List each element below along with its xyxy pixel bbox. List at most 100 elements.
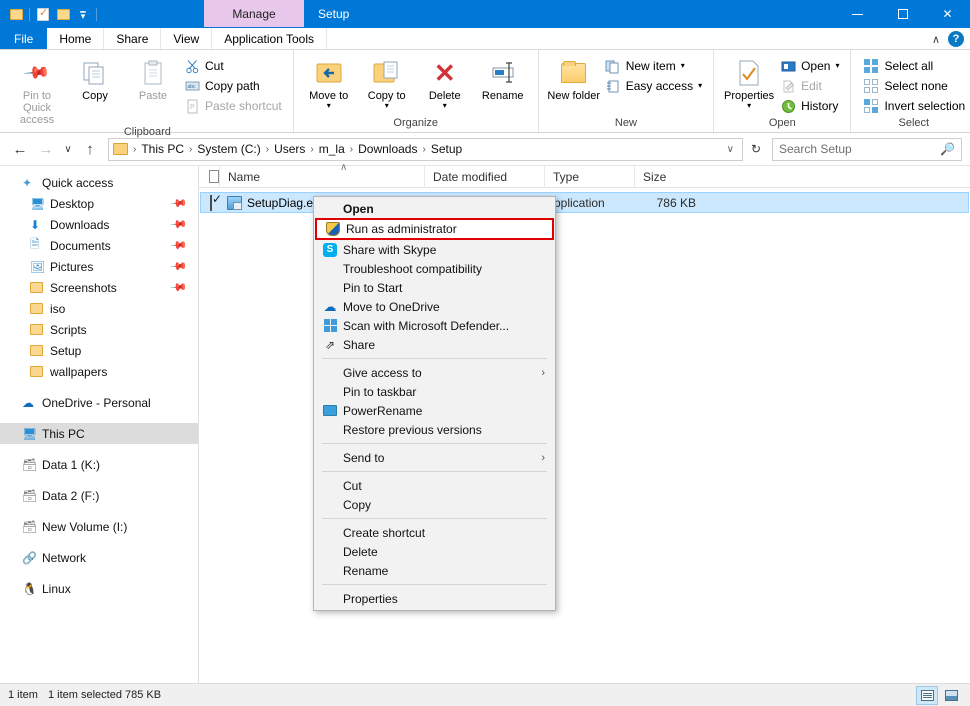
search-input[interactable]: Search Setup: [779, 142, 940, 156]
context-menu-item-create-shortcut[interactable]: Create shortcut: [314, 523, 555, 542]
breadcrumb-item-m-la[interactable]: m_la: [316, 142, 348, 156]
qat-folder-icon[interactable]: [7, 4, 25, 24]
sidebar-item-data-2-f[interactable]: 🗃 Data 2 (F:): [0, 485, 198, 506]
sidebar-item-linux[interactable]: 🐧 Linux: [0, 578, 198, 599]
qat-properties-icon[interactable]: [34, 4, 52, 24]
back-button[interactable]: ←: [8, 137, 32, 161]
copy-to-button[interactable]: Copy to ▾: [358, 54, 416, 110]
sidebar-item-wallpapers[interactable]: wallpapers: [0, 361, 198, 382]
properties-button[interactable]: Properties ▾: [720, 54, 778, 110]
new-folder-button[interactable]: New folder: [545, 54, 603, 102]
details-view-button[interactable]: [916, 686, 938, 705]
delete-button[interactable]: ✕ Delete ▾: [416, 54, 474, 110]
column-header-checkbox[interactable]: [199, 166, 219, 188]
column-header-date-modified[interactable]: Date modified: [424, 166, 544, 188]
sidebar-item-screenshots[interactable]: Screenshots 📌: [0, 277, 198, 298]
paste-button[interactable]: Paste: [124, 54, 182, 102]
select-all-button[interactable]: Select all: [861, 56, 970, 76]
pin-icon[interactable]: 📌: [170, 278, 189, 297]
move-to-button[interactable]: Move to ▾: [300, 54, 358, 110]
minimize-button[interactable]: [835, 0, 880, 28]
breadcrumb-item-system-c[interactable]: System (C:): [194, 142, 263, 156]
sidebar-item-documents[interactable]: 🗎 Documents 📌: [0, 235, 198, 256]
forward-button[interactable]: →: [34, 137, 58, 161]
close-button[interactable]: ✕: [925, 0, 970, 28]
easy-access-button[interactable]: Easy access ▾: [603, 76, 707, 96]
column-header-size[interactable]: Size: [634, 166, 694, 188]
invert-selection-button[interactable]: Invert selection: [861, 96, 970, 116]
sidebar-item-scripts[interactable]: Scripts: [0, 319, 198, 340]
row-checkbox[interactable]: [210, 195, 212, 211]
copy-path-button[interactable]: abc Copy path: [182, 76, 287, 96]
sidebar-item-pictures[interactable]: 🖼 Pictures 📌: [0, 256, 198, 277]
cut-button[interactable]: Cut: [182, 56, 287, 76]
new-item-button[interactable]: New item ▾: [603, 56, 707, 76]
history-button[interactable]: History: [778, 96, 844, 116]
rename-button[interactable]: Rename: [474, 54, 532, 102]
pin-icon[interactable]: 📌: [170, 194, 189, 213]
breadcrumb-item-users[interactable]: Users: [271, 142, 308, 156]
sidebar-item-data-1-k[interactable]: 🗃 Data 1 (K:): [0, 454, 198, 475]
row-checkbox-cell[interactable]: [201, 196, 221, 210]
context-menu-item-properties[interactable]: Properties: [314, 589, 555, 608]
sidebar-item-network[interactable]: 🔗 Network: [0, 547, 198, 568]
column-header-name[interactable]: Name ∧: [219, 166, 424, 188]
sidebar-item-this-pc[interactable]: 🖥 This PC: [0, 423, 198, 444]
pin-icon[interactable]: 📌: [170, 215, 189, 234]
open-button[interactable]: Open ▾: [778, 56, 844, 76]
breadcrumb-item-this-pc[interactable]: This PC: [138, 142, 187, 156]
sidebar-item-onedrive[interactable]: ☁ OneDrive - Personal: [0, 392, 198, 413]
tab-share[interactable]: Share: [104, 28, 161, 49]
context-menu-item-give-access-to[interactable]: Give access to ›: [314, 363, 555, 382]
sidebar-item-downloads[interactable]: ⬇ Downloads 📌: [0, 214, 198, 235]
pin-icon[interactable]: 📌: [170, 236, 189, 255]
context-menu-item-scan-with-defender[interactable]: Scan with Microsoft Defender...: [314, 316, 555, 335]
sidebar-item-quick-access[interactable]: ✦ Quick access: [0, 172, 198, 193]
breadcrumb-item-downloads[interactable]: Downloads: [355, 142, 420, 156]
refresh-button[interactable]: ↻: [745, 138, 767, 161]
breadcrumb[interactable]: › This PC › System (C:) › Users › m_la ›…: [108, 138, 743, 161]
context-menu-item-share[interactable]: ⇗ Share: [314, 335, 555, 354]
breadcrumb-dropdown-icon[interactable]: ∨: [723, 144, 738, 155]
context-menu-item-cut[interactable]: Cut: [314, 476, 555, 495]
context-menu-item-pin-to-start[interactable]: Pin to Start: [314, 278, 555, 297]
sidebar-item-setup[interactable]: Setup: [0, 340, 198, 361]
maximize-button[interactable]: [880, 0, 925, 28]
select-all-checkbox[interactable]: [209, 170, 219, 183]
context-menu-item-send-to[interactable]: Send to ›: [314, 448, 555, 467]
edit-button[interactable]: Edit: [778, 76, 844, 96]
sidebar-item-new-volume-i[interactable]: 🗃 New Volume (I:): [0, 516, 198, 537]
context-menu-item-open[interactable]: Open: [314, 199, 555, 218]
context-menu-item-share-with-skype[interactable]: S Share with Skype: [314, 240, 555, 259]
pin-to-quick-access-button[interactable]: 📌 Pin to Quick access: [8, 54, 66, 126]
search-box[interactable]: Search Setup 🔍: [772, 138, 962, 161]
copy-button[interactable]: Copy: [66, 54, 124, 102]
context-menu-item-troubleshoot-compatibility[interactable]: Troubleshoot compatibility: [314, 259, 555, 278]
column-header-type[interactable]: Type: [544, 166, 634, 188]
select-none-button[interactable]: Select none: [861, 76, 970, 96]
context-menu-item-pin-to-taskbar[interactable]: Pin to taskbar: [314, 382, 555, 401]
tab-view[interactable]: View: [161, 28, 212, 49]
tab-home[interactable]: Home: [47, 28, 104, 49]
tab-application-tools[interactable]: Application Tools: [212, 28, 327, 49]
pin-icon[interactable]: 📌: [170, 257, 189, 276]
recent-locations-button[interactable]: ∨: [60, 137, 76, 161]
sidebar-item-desktop[interactable]: 🖥 Desktop 📌: [0, 193, 198, 214]
collapse-ribbon-icon[interactable]: ∧: [932, 33, 940, 46]
sidebar-item-iso[interactable]: iso: [0, 298, 198, 319]
large-icons-view-button[interactable]: [940, 686, 962, 705]
tab-file[interactable]: File: [0, 28, 47, 49]
up-button[interactable]: ↑: [78, 137, 102, 161]
qat-new-folder-icon[interactable]: [54, 4, 72, 24]
context-menu-item-restore-previous-versions[interactable]: Restore previous versions: [314, 420, 555, 439]
context-menu-item-powerrename[interactable]: PowerRename: [314, 401, 555, 420]
context-menu-item-copy[interactable]: Copy: [314, 495, 555, 514]
context-menu-item-delete[interactable]: Delete: [314, 542, 555, 561]
context-menu-item-move-to-onedrive[interactable]: ☁ Move to OneDrive: [314, 297, 555, 316]
help-icon[interactable]: ?: [948, 31, 964, 47]
breadcrumb-item-setup[interactable]: Setup: [428, 142, 465, 156]
customize-qat-chevron-icon[interactable]: ━▾: [74, 4, 92, 24]
paste-shortcut-button[interactable]: P Paste shortcut: [182, 96, 287, 116]
context-menu-item-run-as-administrator[interactable]: Run as administrator: [315, 218, 554, 240]
context-menu-item-rename[interactable]: Rename: [314, 561, 555, 580]
